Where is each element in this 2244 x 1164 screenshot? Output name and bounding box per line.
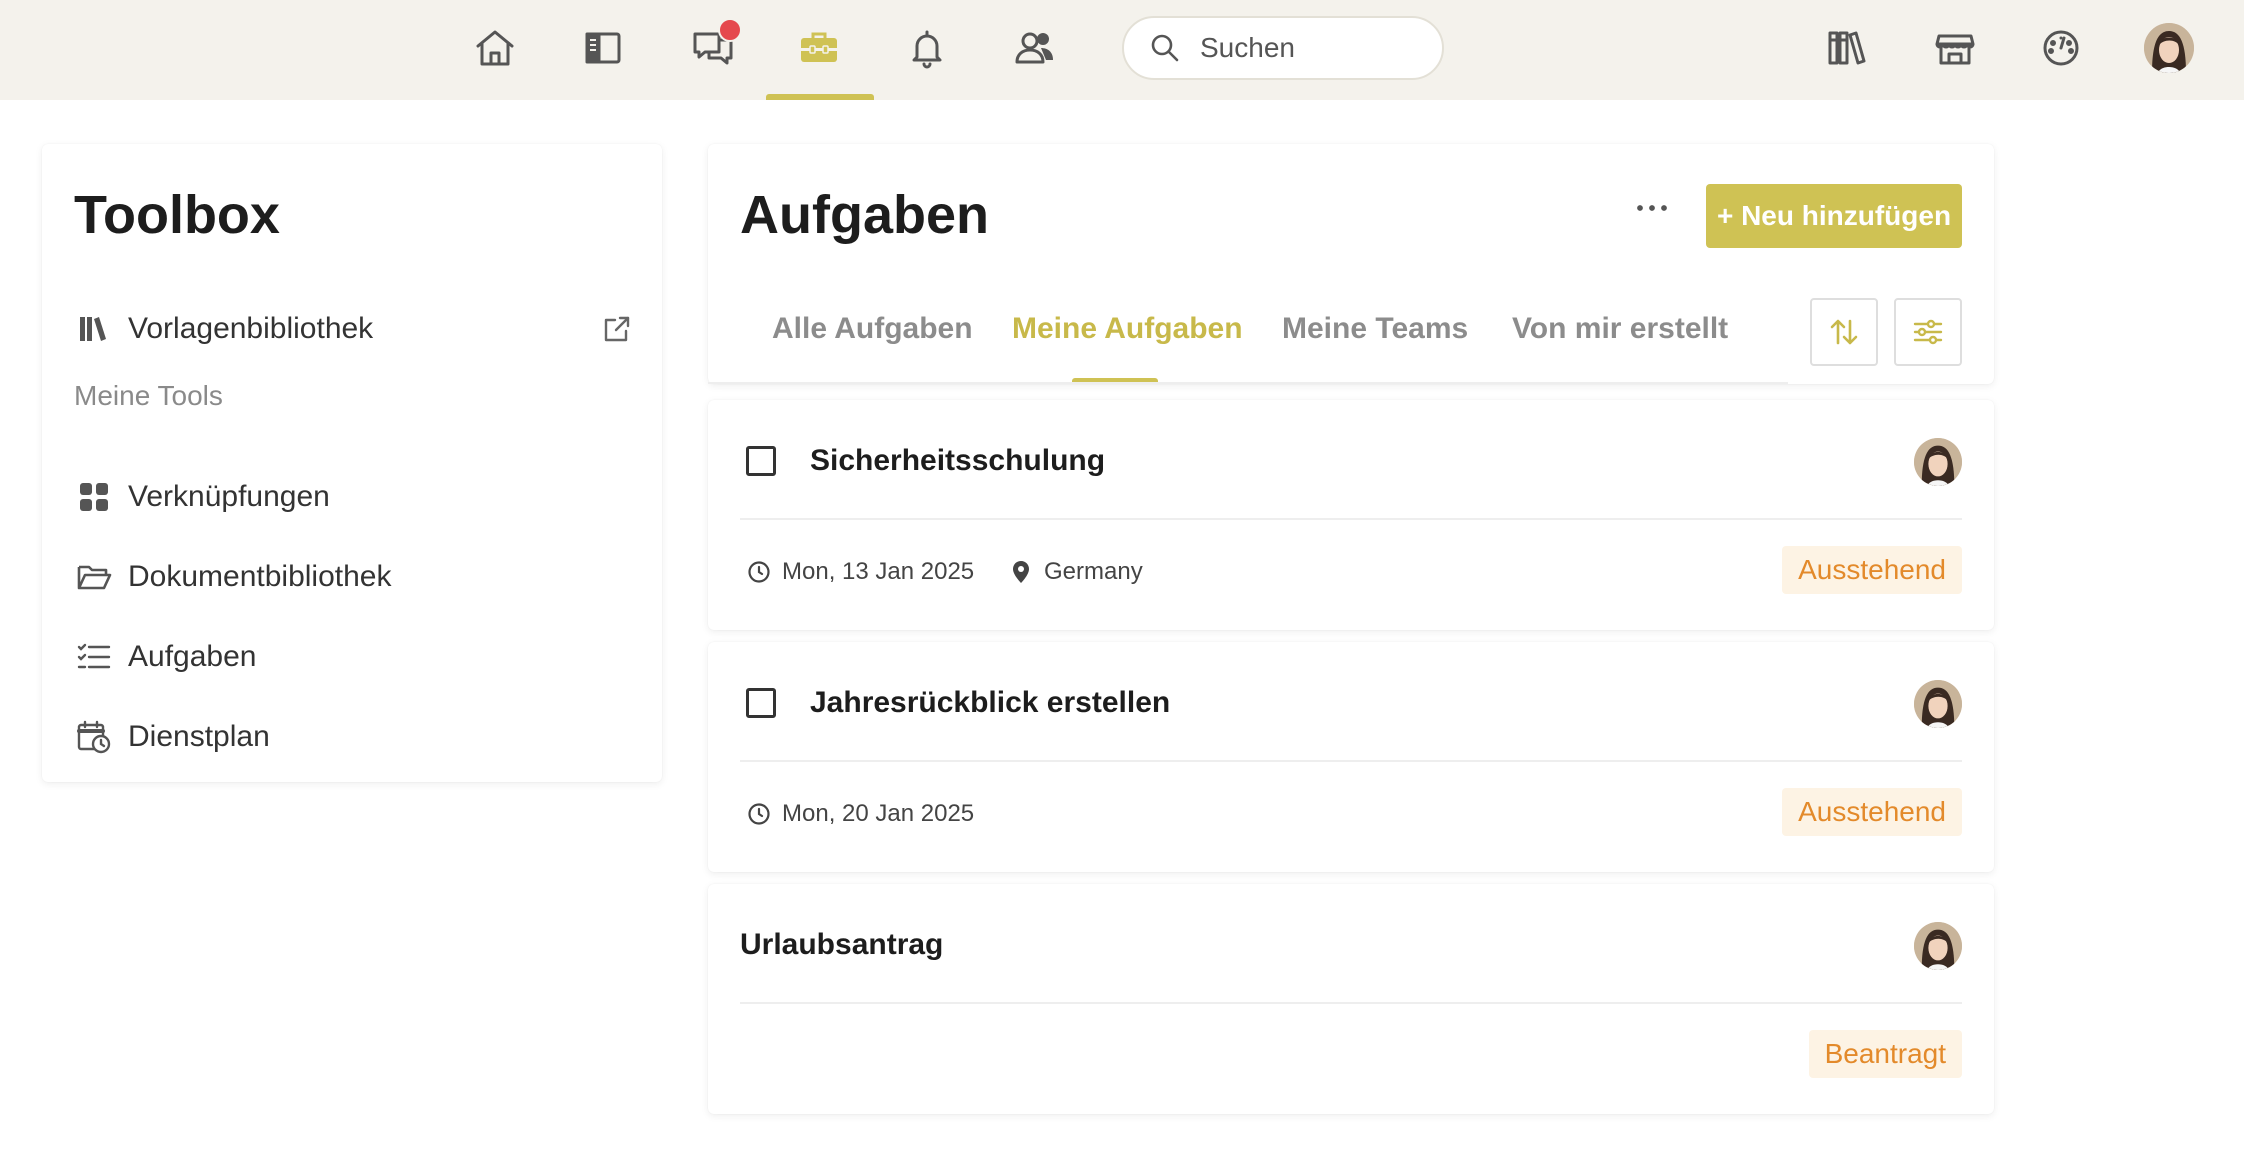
task-date: Mon, 13 Jan 2025	[746, 558, 974, 586]
task-divider	[740, 518, 1962, 520]
sidebar-item-document-library[interactable]: Dokumentbibliothek	[74, 552, 634, 602]
task-checkbox[interactable]	[746, 446, 776, 476]
toolbox-icon[interactable]	[790, 20, 848, 76]
sidebar-item-shortcuts[interactable]: Verknüpfungen	[74, 472, 634, 522]
external-link-icon[interactable]	[600, 312, 634, 346]
search-bar[interactable]	[1122, 16, 1444, 80]
library-icon[interactable]	[1818, 20, 1876, 76]
task-title: Jahresrückblick erstellen	[810, 686, 1171, 719]
task-card[interactable]: Urlaubsantrag Beantragt	[708, 884, 1994, 1114]
template-library-link[interactable]: Vorlagenbibliothek	[74, 304, 634, 354]
location-pin-icon	[1013, 561, 1029, 583]
template-library-label: Vorlagenbibliothek	[128, 312, 374, 345]
assignee-avatar[interactable]	[1914, 680, 1962, 728]
more-options-button[interactable]	[1620, 184, 1684, 232]
dashboard-gauge-icon[interactable]	[2032, 20, 2090, 76]
status-badge: Ausstehend	[1782, 546, 1962, 594]
task-date: Mon, 20 Jan 2025	[746, 800, 974, 828]
user-avatar[interactable]	[2144, 23, 2194, 73]
assignee-avatar[interactable]	[1914, 438, 1962, 486]
sidebar-item-tasks[interactable]: Aufgaben	[74, 632, 634, 682]
status-badge: Ausstehend	[1782, 788, 1962, 836]
active-nav-indicator	[766, 94, 874, 100]
sidebar-item-label: Dienstplan	[128, 720, 270, 753]
assignee-avatar[interactable]	[1914, 922, 1962, 970]
users-icon[interactable]	[1006, 20, 1064, 76]
task-card[interactable]: Sicherheitsschulung Mon, 13 Jan 2025 Ger…	[708, 400, 1994, 630]
clock-icon	[748, 803, 770, 825]
task-date-text: Mon, 13 Jan 2025	[782, 558, 975, 585]
task-date-text: Mon, 20 Jan 2025	[782, 800, 975, 827]
tab-my-teams[interactable]: Meine Teams	[1282, 312, 1468, 346]
page-title: Aufgaben	[740, 185, 989, 245]
sidebar-item-label: Verknüpfungen	[128, 480, 330, 513]
task-title: Urlaubsantrag	[740, 928, 944, 961]
status-badge: Beantragt	[1808, 1030, 1962, 1078]
my-tools-heading: Meine Tools	[74, 380, 223, 411]
toolbox-panel: Toolbox Vorlagenbibliothek Meine Tools V…	[42, 144, 662, 782]
clock-icon	[748, 561, 770, 583]
add-new-button[interactable]: + Neu hinzufügen	[1706, 184, 1962, 248]
task-title: Sicherheitsschulung	[810, 444, 1106, 477]
sidebar-item-label: Dokumentbibliothek	[128, 560, 392, 593]
tabs-divider	[708, 382, 1788, 384]
task-location: Germany	[1008, 558, 1143, 586]
sidebar-item-duty-roster[interactable]: Dienstplan	[74, 712, 634, 762]
folder-icon	[74, 557, 114, 597]
task-card[interactable]: Jahresrückblick erstellen Mon, 20 Jan 20…	[708, 642, 1994, 872]
library-icon	[74, 309, 114, 349]
calendar-clock-icon	[74, 717, 114, 757]
sort-icon	[1830, 319, 1858, 345]
grid-icon	[74, 477, 114, 517]
filter-sliders-icon	[1913, 319, 1943, 345]
store-icon[interactable]	[1926, 20, 1984, 76]
search-input[interactable]	[1200, 32, 1430, 64]
bell-icon[interactable]	[898, 20, 956, 76]
task-checkbox[interactable]	[746, 688, 776, 718]
more-dots-icon	[1637, 205, 1667, 211]
filter-button[interactable]	[1894, 298, 1962, 366]
task-divider	[740, 760, 1962, 762]
tab-all-tasks[interactable]: Alle Aufgaben	[772, 312, 973, 346]
notification-badge	[718, 18, 742, 42]
tasks-header-panel: Aufgaben + Neu hinzufügen Alle Aufgaben …	[708, 144, 1994, 384]
sidebar-item-label: Aufgaben	[128, 640, 257, 673]
toolbox-title: Toolbox	[74, 185, 280, 245]
top-navigation-bar	[0, 0, 2244, 100]
tab-created-by-me[interactable]: Von mir erstellt	[1512, 312, 1728, 346]
task-location-text: Germany	[1044, 558, 1143, 585]
search-icon	[1151, 34, 1179, 62]
task-divider	[740, 1002, 1962, 1004]
sidebar-panel-icon[interactable]	[574, 20, 632, 76]
home-icon[interactable]	[466, 20, 524, 76]
checklist-icon	[74, 637, 114, 677]
sort-button[interactable]	[1810, 298, 1878, 366]
tab-my-tasks[interactable]: Meine Aufgaben	[1012, 312, 1243, 346]
